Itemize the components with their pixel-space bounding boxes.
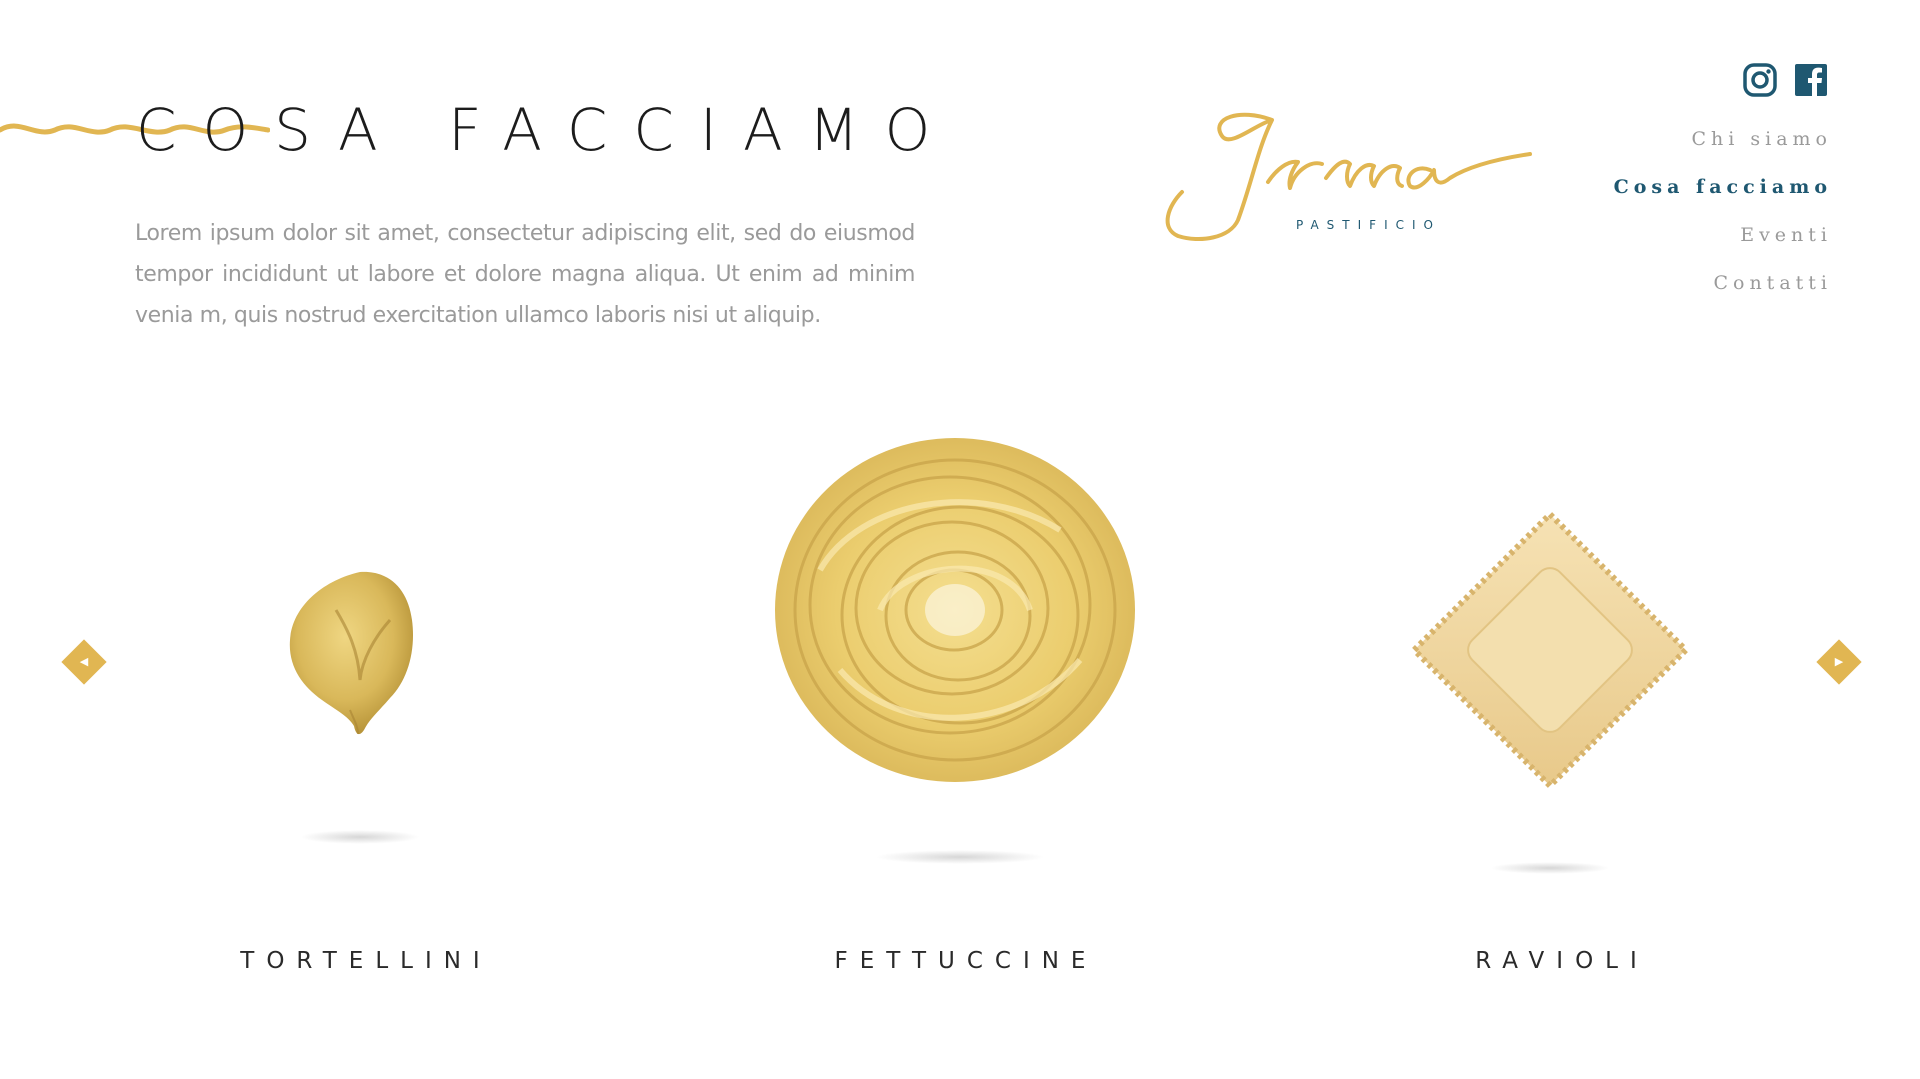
nav-item-eventi[interactable]: Eventi (1614, 222, 1832, 270)
tortellini-image (289, 571, 414, 735)
product-label-ravioli: RAVIOLI (1475, 948, 1649, 974)
facebook-link[interactable] (1793, 62, 1829, 98)
intro-paragraph: Lorem ipsum dolor sit amet, consectetur … (135, 221, 915, 328)
logo-subtitle: PASTIFICIO (1296, 218, 1441, 232)
carousel-prev-button[interactable]: ◀ (61, 639, 107, 685)
product-shadow (1490, 862, 1610, 874)
chevron-right-icon: ▶ (1834, 656, 1844, 668)
nav-item-chi-siamo[interactable]: Chi siamo (1614, 126, 1832, 174)
nav-item-cosa-facciamo[interactable]: Cosa facciamo (1614, 174, 1832, 222)
product-shadow (875, 850, 1045, 864)
nav-item-contatti[interactable]: Contatti (1614, 270, 1832, 318)
product-card-fettuccine[interactable] (760, 420, 1160, 900)
product-card-tortellini[interactable] (240, 540, 480, 910)
page-title: COSA FACCIAMO (136, 96, 957, 164)
brand-logo[interactable]: PASTIFICIO (1160, 108, 1540, 248)
instagram-link[interactable] (1742, 62, 1778, 98)
product-label-fettuccine: FETTUCCINE (834, 948, 1098, 974)
chevron-left-icon: ◀ (79, 656, 89, 668)
product-label-tortellini: TORTELLINI (240, 948, 492, 974)
carousel-next-button[interactable]: ▶ (1816, 639, 1862, 685)
product-card-ravioli[interactable] (1400, 500, 1700, 900)
instagram-icon (1743, 63, 1777, 97)
product-shadow (300, 830, 420, 844)
main-nav: Chi siamo Cosa facciamo Eventi Contatti (1614, 126, 1832, 318)
fettuccine-image (775, 438, 1135, 782)
ravioli-image (1409, 509, 1691, 791)
facebook-icon (1795, 64, 1827, 96)
